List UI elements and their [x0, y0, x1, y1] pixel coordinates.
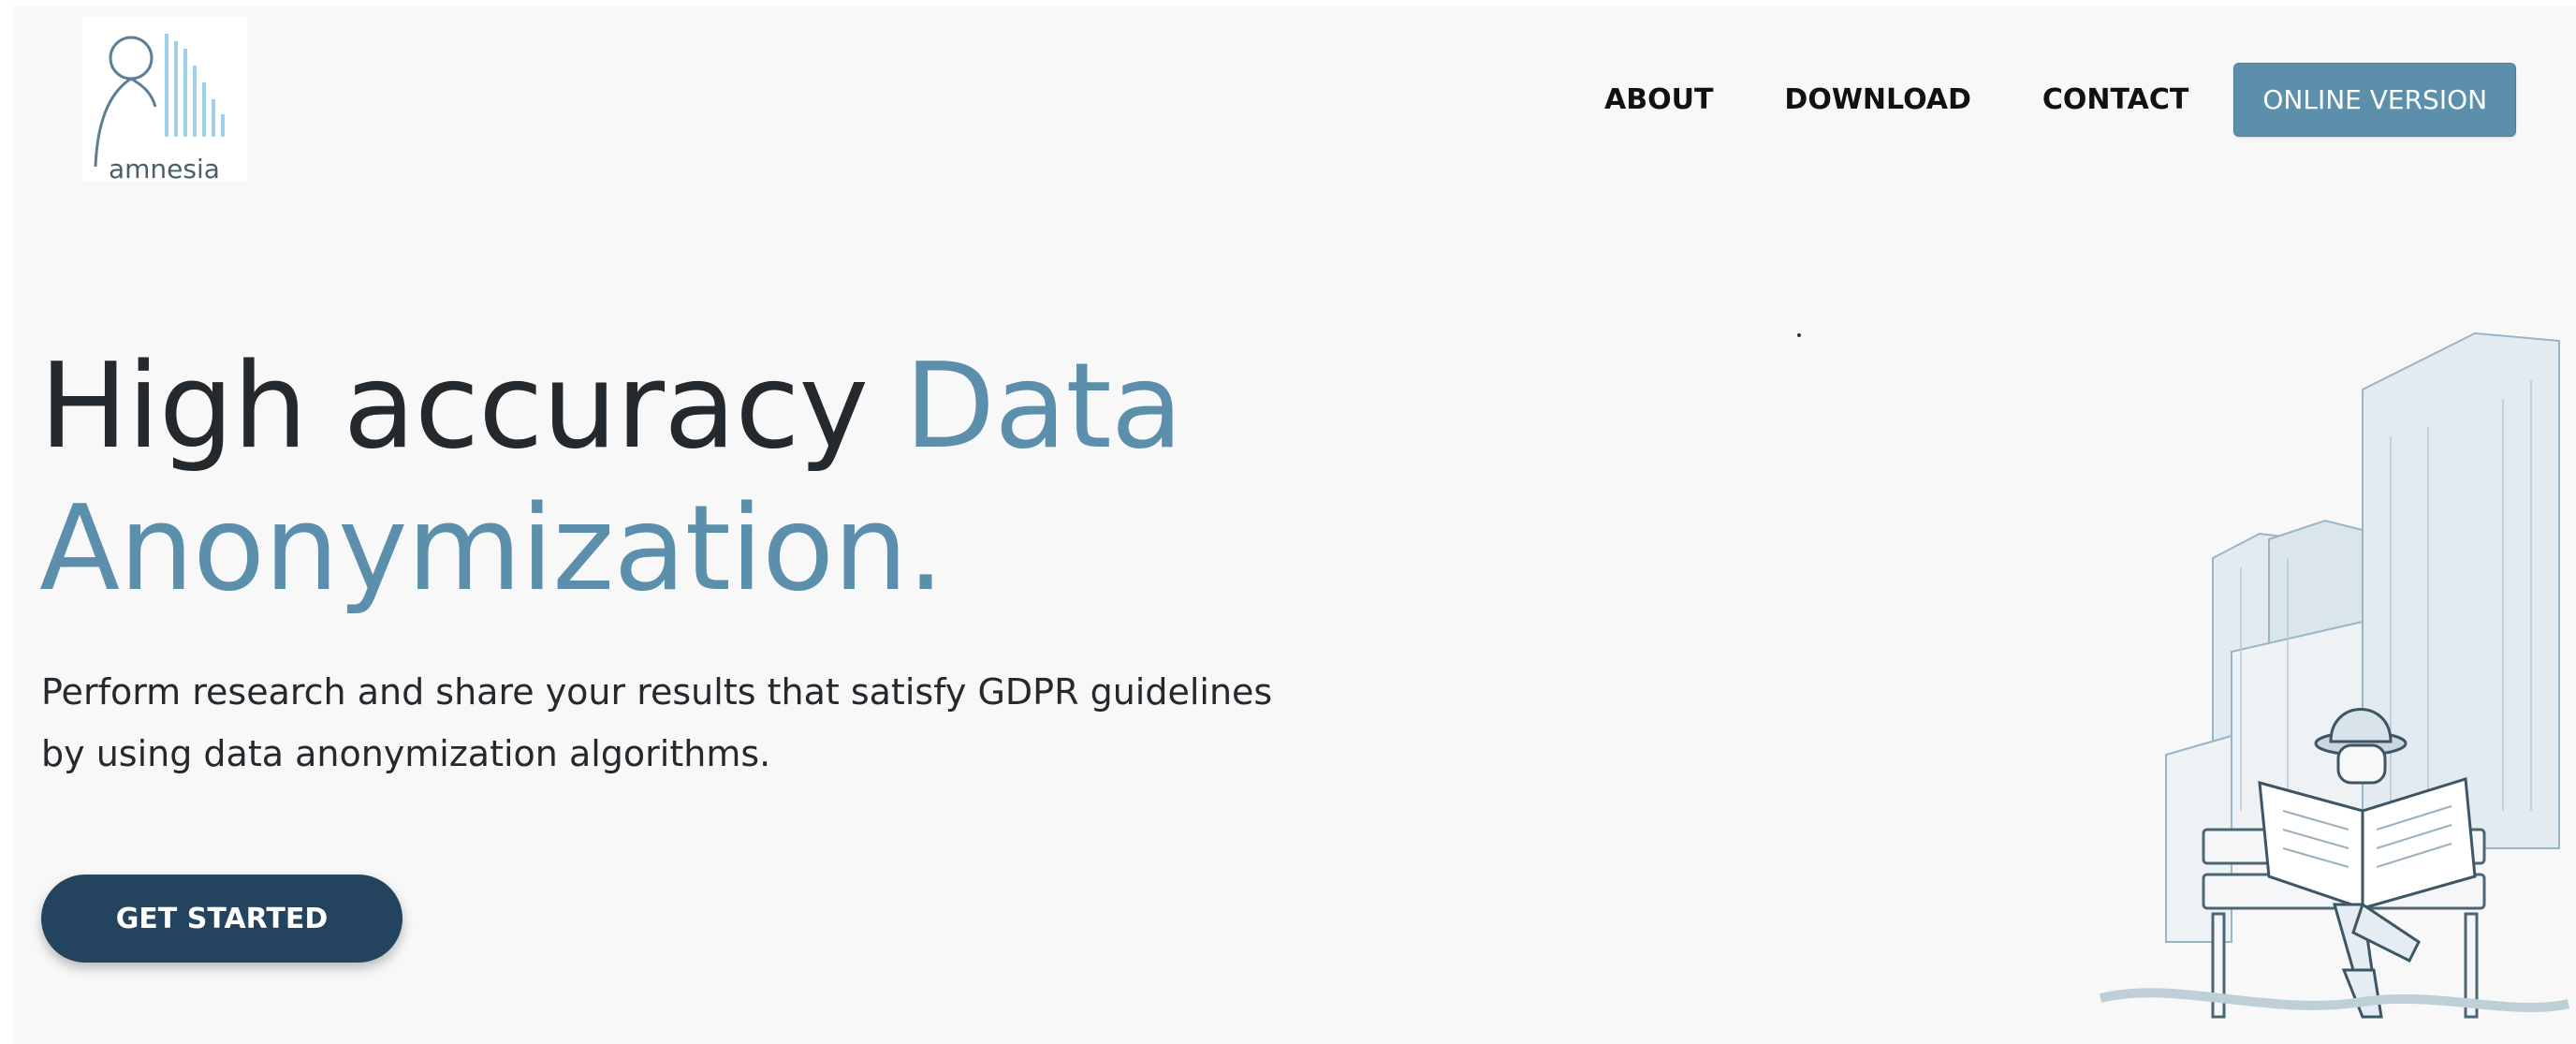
- hero-headline: High accuracy Data Anonymization.: [39, 335, 1183, 620]
- headline-accent-line2: Anonymization.: [39, 479, 944, 617]
- amnesia-logo[interactable]: amnesia: [82, 17, 247, 184]
- online-version-button[interactable]: ONLINE VERSION: [2233, 62, 2517, 137]
- subtext-line2: by using data anonymization algorithms.: [41, 733, 771, 774]
- headline-part1: High accuracy: [39, 337, 905, 475]
- nav-contact[interactable]: CONTACT: [2042, 83, 2188, 116]
- subtext-line1: Perform research and share your results …: [41, 671, 1273, 713]
- nav-download[interactable]: DOWNLOAD: [1784, 83, 1970, 116]
- nav-about[interactable]: ABOUT: [1604, 83, 1713, 116]
- city-spy-illustration-icon: [2099, 331, 2570, 1019]
- decorative-dot: [1797, 333, 1801, 337]
- get-started-button[interactable]: GET STARTED: [41, 875, 402, 963]
- page: amnesia ABOUT DOWNLOAD CONTACT ONLINE VE…: [13, 6, 2576, 1044]
- logo-text: amnesia: [109, 154, 220, 184]
- headline-accent-line1: Data: [904, 337, 1183, 475]
- main-nav: ABOUT DOWNLOAD CONTACT ONLINE VERSION: [1604, 62, 2517, 137]
- hero-subtext: Perform research and share your results …: [41, 661, 1352, 785]
